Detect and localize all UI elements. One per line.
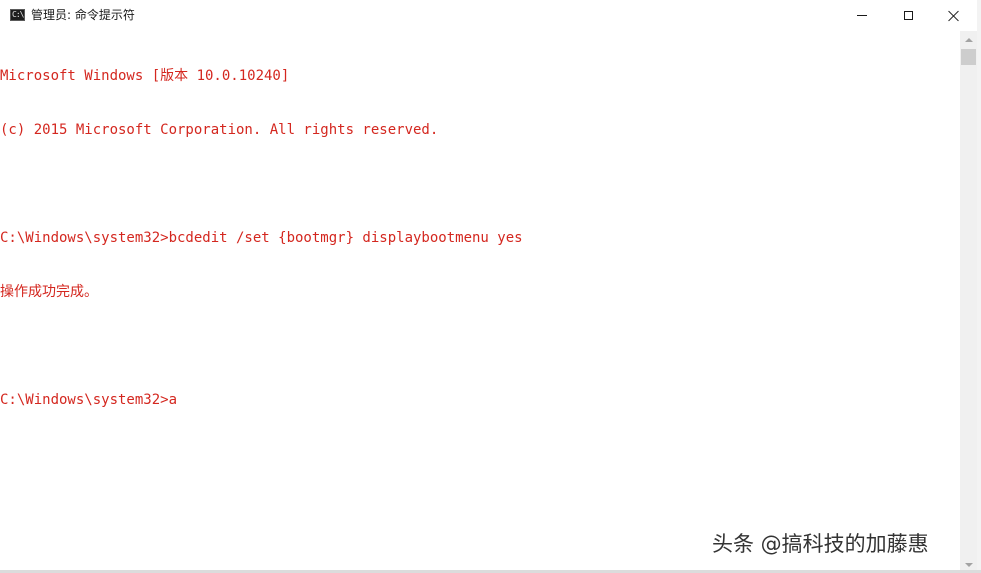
console-line: 操作成功完成。	[0, 284, 98, 300]
console-line: Microsoft Windows [版本 10.0.10240]	[0, 68, 290, 84]
close-button[interactable]	[931, 0, 977, 31]
scroll-thumb[interactable]	[961, 49, 976, 65]
chevron-up-icon	[964, 37, 973, 42]
chevron-down-icon	[964, 562, 973, 567]
maximize-icon	[903, 11, 913, 20]
command-prompt-window: C:\ 管理员: 命令提示符 Microsoft Windows [版本 10.…	[0, 0, 981, 573]
vertical-scrollbar[interactable]	[960, 31, 977, 573]
console-line: C:\Windows\system32>bcdedit /set {bootmg…	[0, 230, 523, 246]
minimize-icon	[857, 15, 867, 16]
console-input-line[interactable]: C:\Windows\system32>a	[0, 391, 960, 409]
maximize-button[interactable]	[885, 0, 931, 31]
cmd-icon[interactable]: C:\	[10, 9, 25, 21]
minimize-button[interactable]	[839, 0, 885, 31]
close-icon	[948, 10, 960, 22]
scroll-up-button[interactable]	[960, 31, 977, 48]
watermark: 头条 @搞科技的加藤惠	[712, 532, 929, 556]
window-title: 管理员: 命令提示符	[31, 8, 135, 22]
console-line: (c) 2015 Microsoft Corporation. All righ…	[0, 122, 439, 138]
title-bar[interactable]: C:\ 管理员: 命令提示符	[0, 0, 981, 31]
window-right-edge	[977, 0, 981, 573]
console-output[interactable]: Microsoft Windows [版本 10.0.10240] (c) 20…	[0, 31, 960, 573]
cmd-icon-text: C:\	[12, 10, 24, 19]
